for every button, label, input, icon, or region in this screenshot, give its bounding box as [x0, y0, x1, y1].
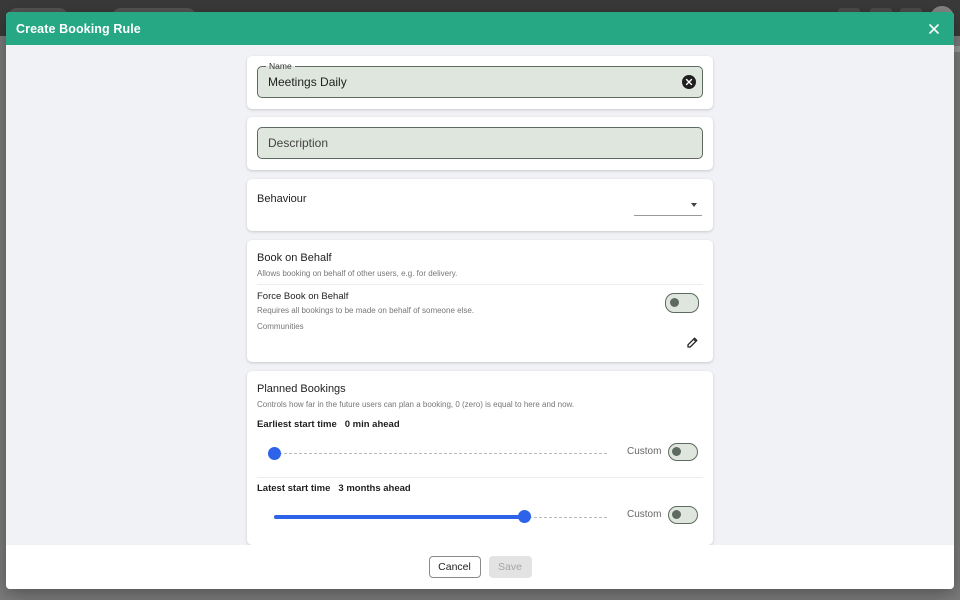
- book-on-behalf-title: Book on Behalf: [257, 252, 332, 264]
- name-field-value: Meetings Daily: [268, 75, 347, 89]
- earliest-custom-toggle[interactable]: [668, 443, 698, 461]
- book-on-behalf-card: Book on Behalf Allows booking on behalf …: [247, 240, 713, 362]
- latest-start-label: Latest start time 3 months ahead: [257, 483, 411, 494]
- background-edge: [954, 46, 960, 52]
- clear-circle-icon: [685, 78, 693, 86]
- latest-custom-label: Custom: [627, 509, 662, 520]
- book-on-behalf-subtitle: Allows booking on behalf of other users,…: [257, 269, 458, 278]
- force-book-label: Force Book on Behalf: [257, 291, 349, 302]
- pencil-icon: [686, 337, 697, 348]
- earliest-start-label: Earliest start time 0 min ahead: [257, 419, 400, 430]
- divider: [257, 477, 703, 478]
- description-placeholder: Description: [268, 136, 329, 150]
- description-card: Description: [247, 117, 713, 170]
- toggle-knob: [672, 447, 681, 456]
- description-field[interactable]: Description: [257, 127, 703, 159]
- name-card: Name Meetings Daily: [247, 56, 713, 109]
- behaviour-select-underline: [634, 215, 702, 216]
- toggle-knob: [670, 298, 679, 307]
- force-book-subtitle: Requires all bookings to be made on beha…: [257, 306, 475, 315]
- behaviour-title: Behaviour: [257, 193, 307, 205]
- divider: [257, 284, 703, 285]
- earliest-slider-thumb[interactable]: [268, 447, 281, 460]
- close-icon: [929, 23, 939, 34]
- close-button[interactable]: [926, 21, 942, 37]
- dialog-footer: Cancel Save: [6, 545, 954, 589]
- toggle-knob: [672, 510, 681, 519]
- earliest-start-value: 0 min ahead: [344, 419, 400, 430]
- name-field[interactable]: Name Meetings Daily: [257, 60, 703, 98]
- latest-start-title: Latest start time: [257, 483, 331, 494]
- dialog-title: Create Booking Rule: [16, 21, 141, 36]
- force-book-toggle[interactable]: [665, 293, 699, 313]
- latest-start-value: 3 months ahead: [338, 483, 411, 494]
- latest-custom-toggle[interactable]: [668, 506, 698, 524]
- create-booking-rule-dialog: Create Booking Rule Name Meetings Daily: [6, 12, 954, 589]
- earliest-start-title: Earliest start time: [257, 419, 337, 430]
- clear-button[interactable]: [682, 75, 696, 89]
- planned-bookings-card: Planned Bookings Controls how far in the…: [247, 371, 713, 545]
- name-field-legend: Name: [266, 60, 295, 72]
- caret-down-icon: [691, 203, 697, 207]
- behaviour-card: Behaviour: [247, 179, 713, 231]
- cancel-button[interactable]: Cancel: [428, 556, 481, 578]
- planned-bookings-subtitle: Controls how far in the future users can…: [257, 400, 575, 409]
- edit-communities-button[interactable]: [684, 334, 700, 350]
- earliest-slider-track[interactable]: [274, 453, 607, 454]
- dialog-body[interactable]: Name Meetings Daily Description Behaviou…: [6, 45, 954, 545]
- communities-label: Communities: [257, 322, 304, 331]
- planned-bookings-title: Planned Bookings: [257, 383, 346, 395]
- save-button[interactable]: Save: [488, 556, 532, 578]
- latest-slider-fill: [274, 515, 524, 519]
- earliest-custom-label: Custom: [627, 446, 662, 457]
- latest-slider-thumb[interactable]: [518, 510, 531, 523]
- dialog-header: Create Booking Rule: [6, 12, 954, 45]
